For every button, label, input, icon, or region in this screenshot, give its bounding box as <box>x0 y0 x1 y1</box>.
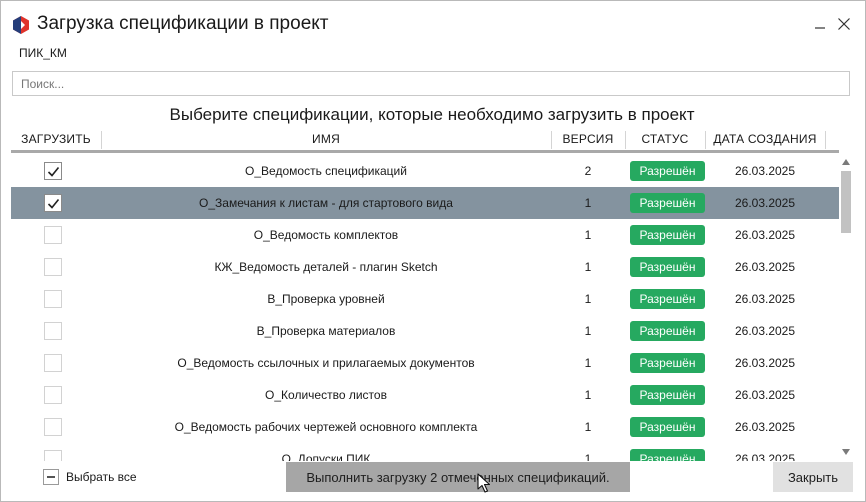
status-badge: Разрешён <box>630 353 705 373</box>
status-badge: Разрешён <box>630 449 705 461</box>
row-load-checkbox[interactable] <box>44 194 62 212</box>
row-created-date: 26.03.2025 <box>734 356 796 370</box>
row-created-date: 26.03.2025 <box>734 388 796 402</box>
select-all-checkbox[interactable]: Выбрать все <box>43 469 137 485</box>
window-title: Загрузка спецификации в проект <box>37 13 329 34</box>
row-name: О_Ведомость рабочих чертежей основного к… <box>174 420 478 434</box>
row-created-date: 26.03.2025 <box>734 292 796 306</box>
row-version: 1 <box>584 452 592 461</box>
instruction-heading: Выберите спецификации, которые необходим… <box>169 105 695 124</box>
row-version: 1 <box>584 228 592 242</box>
dialog-window: Загрузка спецификации в проект ПИК_КМ Вы… <box>0 0 866 502</box>
row-version: 1 <box>584 196 592 210</box>
vertical-scrollbar[interactable] <box>839 155 853 461</box>
row-name: О_Количество листов <box>265 388 387 402</box>
row-load-checkbox[interactable] <box>44 386 62 404</box>
status-badge: Разрешён <box>630 257 705 277</box>
row-version: 1 <box>584 420 592 434</box>
check-icon <box>47 198 59 209</box>
column-header-version[interactable]: ВЕРСИЯ <box>551 129 625 150</box>
row-created-date: 26.03.2025 <box>734 228 796 242</box>
row-created-date: 26.03.2025 <box>734 196 796 210</box>
status-badge: Разрешён <box>630 385 705 405</box>
indeterminate-checkbox-box[interactable] <box>43 469 59 485</box>
column-header-status[interactable]: СТАТУС <box>625 129 705 150</box>
scroll-up-button[interactable] <box>841 157 851 167</box>
status-badge: Разрешён <box>630 289 705 309</box>
row-created-date: 26.03.2025 <box>734 324 796 338</box>
row-created-date: 26.03.2025 <box>734 260 796 274</box>
search-input[interactable] <box>12 71 850 96</box>
row-version: 1 <box>584 356 592 370</box>
row-name: О_Ведомость комплектов <box>253 228 399 242</box>
column-header-created[interactable]: ДАТА СОЗДАНИЯ <box>705 129 825 150</box>
row-version: 1 <box>584 388 592 402</box>
table-row[interactable]: КЖ_Ведомость деталей - плагин Sketch 1 Раз… <box>11 251 839 283</box>
row-load-checkbox[interactable] <box>44 162 62 180</box>
check-icon <box>47 166 59 177</box>
app-logo-icon <box>13 16 29 34</box>
row-name: В_Проверка материалов <box>256 324 396 338</box>
row-created-date: 26.03.2025 <box>734 452 796 461</box>
chevron-down-icon <box>842 449 850 455</box>
table-row[interactable]: О_Допуски ПИК 1 Разрешён 26.03.2025 <box>11 443 839 461</box>
close-icon <box>838 18 850 30</box>
minimize-button[interactable] <box>809 13 831 35</box>
indeterminate-mark-icon <box>47 476 55 478</box>
row-load-checkbox[interactable] <box>44 322 62 340</box>
row-load-checkbox[interactable] <box>44 258 62 276</box>
row-load-checkbox[interactable] <box>44 290 62 308</box>
status-badge: Разрешён <box>630 417 705 437</box>
row-name: О_Допуски ПИК <box>281 452 371 461</box>
footer-bar: Выбрать все Выполнить загрузку 2 отмечен… <box>1 461 865 501</box>
table-row[interactable]: О_Замечания к листам - для стартового ви… <box>11 187 839 219</box>
close-window-button[interactable] <box>833 13 855 35</box>
row-created-date: 26.03.2025 <box>734 164 796 178</box>
table-row[interactable]: В_Проверка уровней 1 Разрешён 26.03.2025 <box>11 283 839 315</box>
column-divider[interactable] <box>825 131 826 149</box>
row-name: О_Ведомость спецификаций <box>245 164 407 178</box>
table-row[interactable]: В_Проверка материалов 1 Разрешён 26.03.2025 <box>11 315 839 347</box>
row-load-checkbox[interactable] <box>44 450 62 461</box>
project-name: ПИК_КМ <box>19 46 67 60</box>
row-version: 2 <box>584 164 592 178</box>
status-badge: Разрешён <box>630 161 705 181</box>
row-created-date: 26.03.2025 <box>734 420 796 434</box>
row-version: 1 <box>584 324 592 338</box>
table-row[interactable]: О_Ведомость рабочих чертежей основного к… <box>11 411 839 443</box>
row-name: КЖ_Ведомость деталей - плагин Sketch <box>214 260 438 274</box>
column-header-load[interactable]: ЗАГРУЗИТЬ <box>11 129 101 150</box>
title-bar: Загрузка спецификации в проект <box>1 1 865 41</box>
row-name: О_Ведомость ссылочных и прилагаемых доку… <box>177 356 475 370</box>
row-version: 1 <box>584 292 592 306</box>
table-row[interactable]: О_Ведомость комплектов 1 Разрешён 26.03.202… <box>11 219 839 251</box>
table-row[interactable]: О_Ведомость ссылочных и прилагаемых доку… <box>11 347 839 379</box>
scroll-down-button[interactable] <box>841 447 851 457</box>
status-badge: Разрешён <box>630 321 705 341</box>
minimize-icon <box>815 27 825 29</box>
chevron-up-icon <box>842 159 850 165</box>
row-name: О_Замечания к листам - для стартового ви… <box>199 196 453 210</box>
table-row[interactable]: О_Количество листов 1 Разрешён 26.03.2025 <box>11 379 839 411</box>
table-header: ЗАГРУЗИТЬ ИМЯ ВЕРСИЯ СТАТУС ДАТА СОЗДАНИ… <box>11 129 839 153</box>
status-badge: Разрешён <box>630 193 705 213</box>
select-all-label: Выбрать все <box>66 470 137 484</box>
scrollbar-thumb[interactable] <box>841 171 851 233</box>
close-button[interactable]: Закрыть <box>773 462 853 492</box>
run-load-button[interactable]: Выполнить загрузку 2 отмеченных специфик… <box>286 462 630 492</box>
row-load-checkbox[interactable] <box>44 354 62 372</box>
row-load-checkbox[interactable] <box>44 418 62 436</box>
table-row[interactable]: О_Ведомость спецификаций 2 Разрешён 26.03.2… <box>11 155 839 187</box>
row-name: В_Проверка уровней <box>267 292 385 306</box>
row-load-checkbox[interactable] <box>44 226 62 244</box>
status-badge: Разрешён <box>630 225 705 245</box>
row-version: 1 <box>584 260 592 274</box>
column-header-name[interactable]: ИМЯ <box>101 129 551 150</box>
spec-table-body: О_Ведомость спецификаций 2 Разрешён 26.03.2… <box>11 155 839 461</box>
